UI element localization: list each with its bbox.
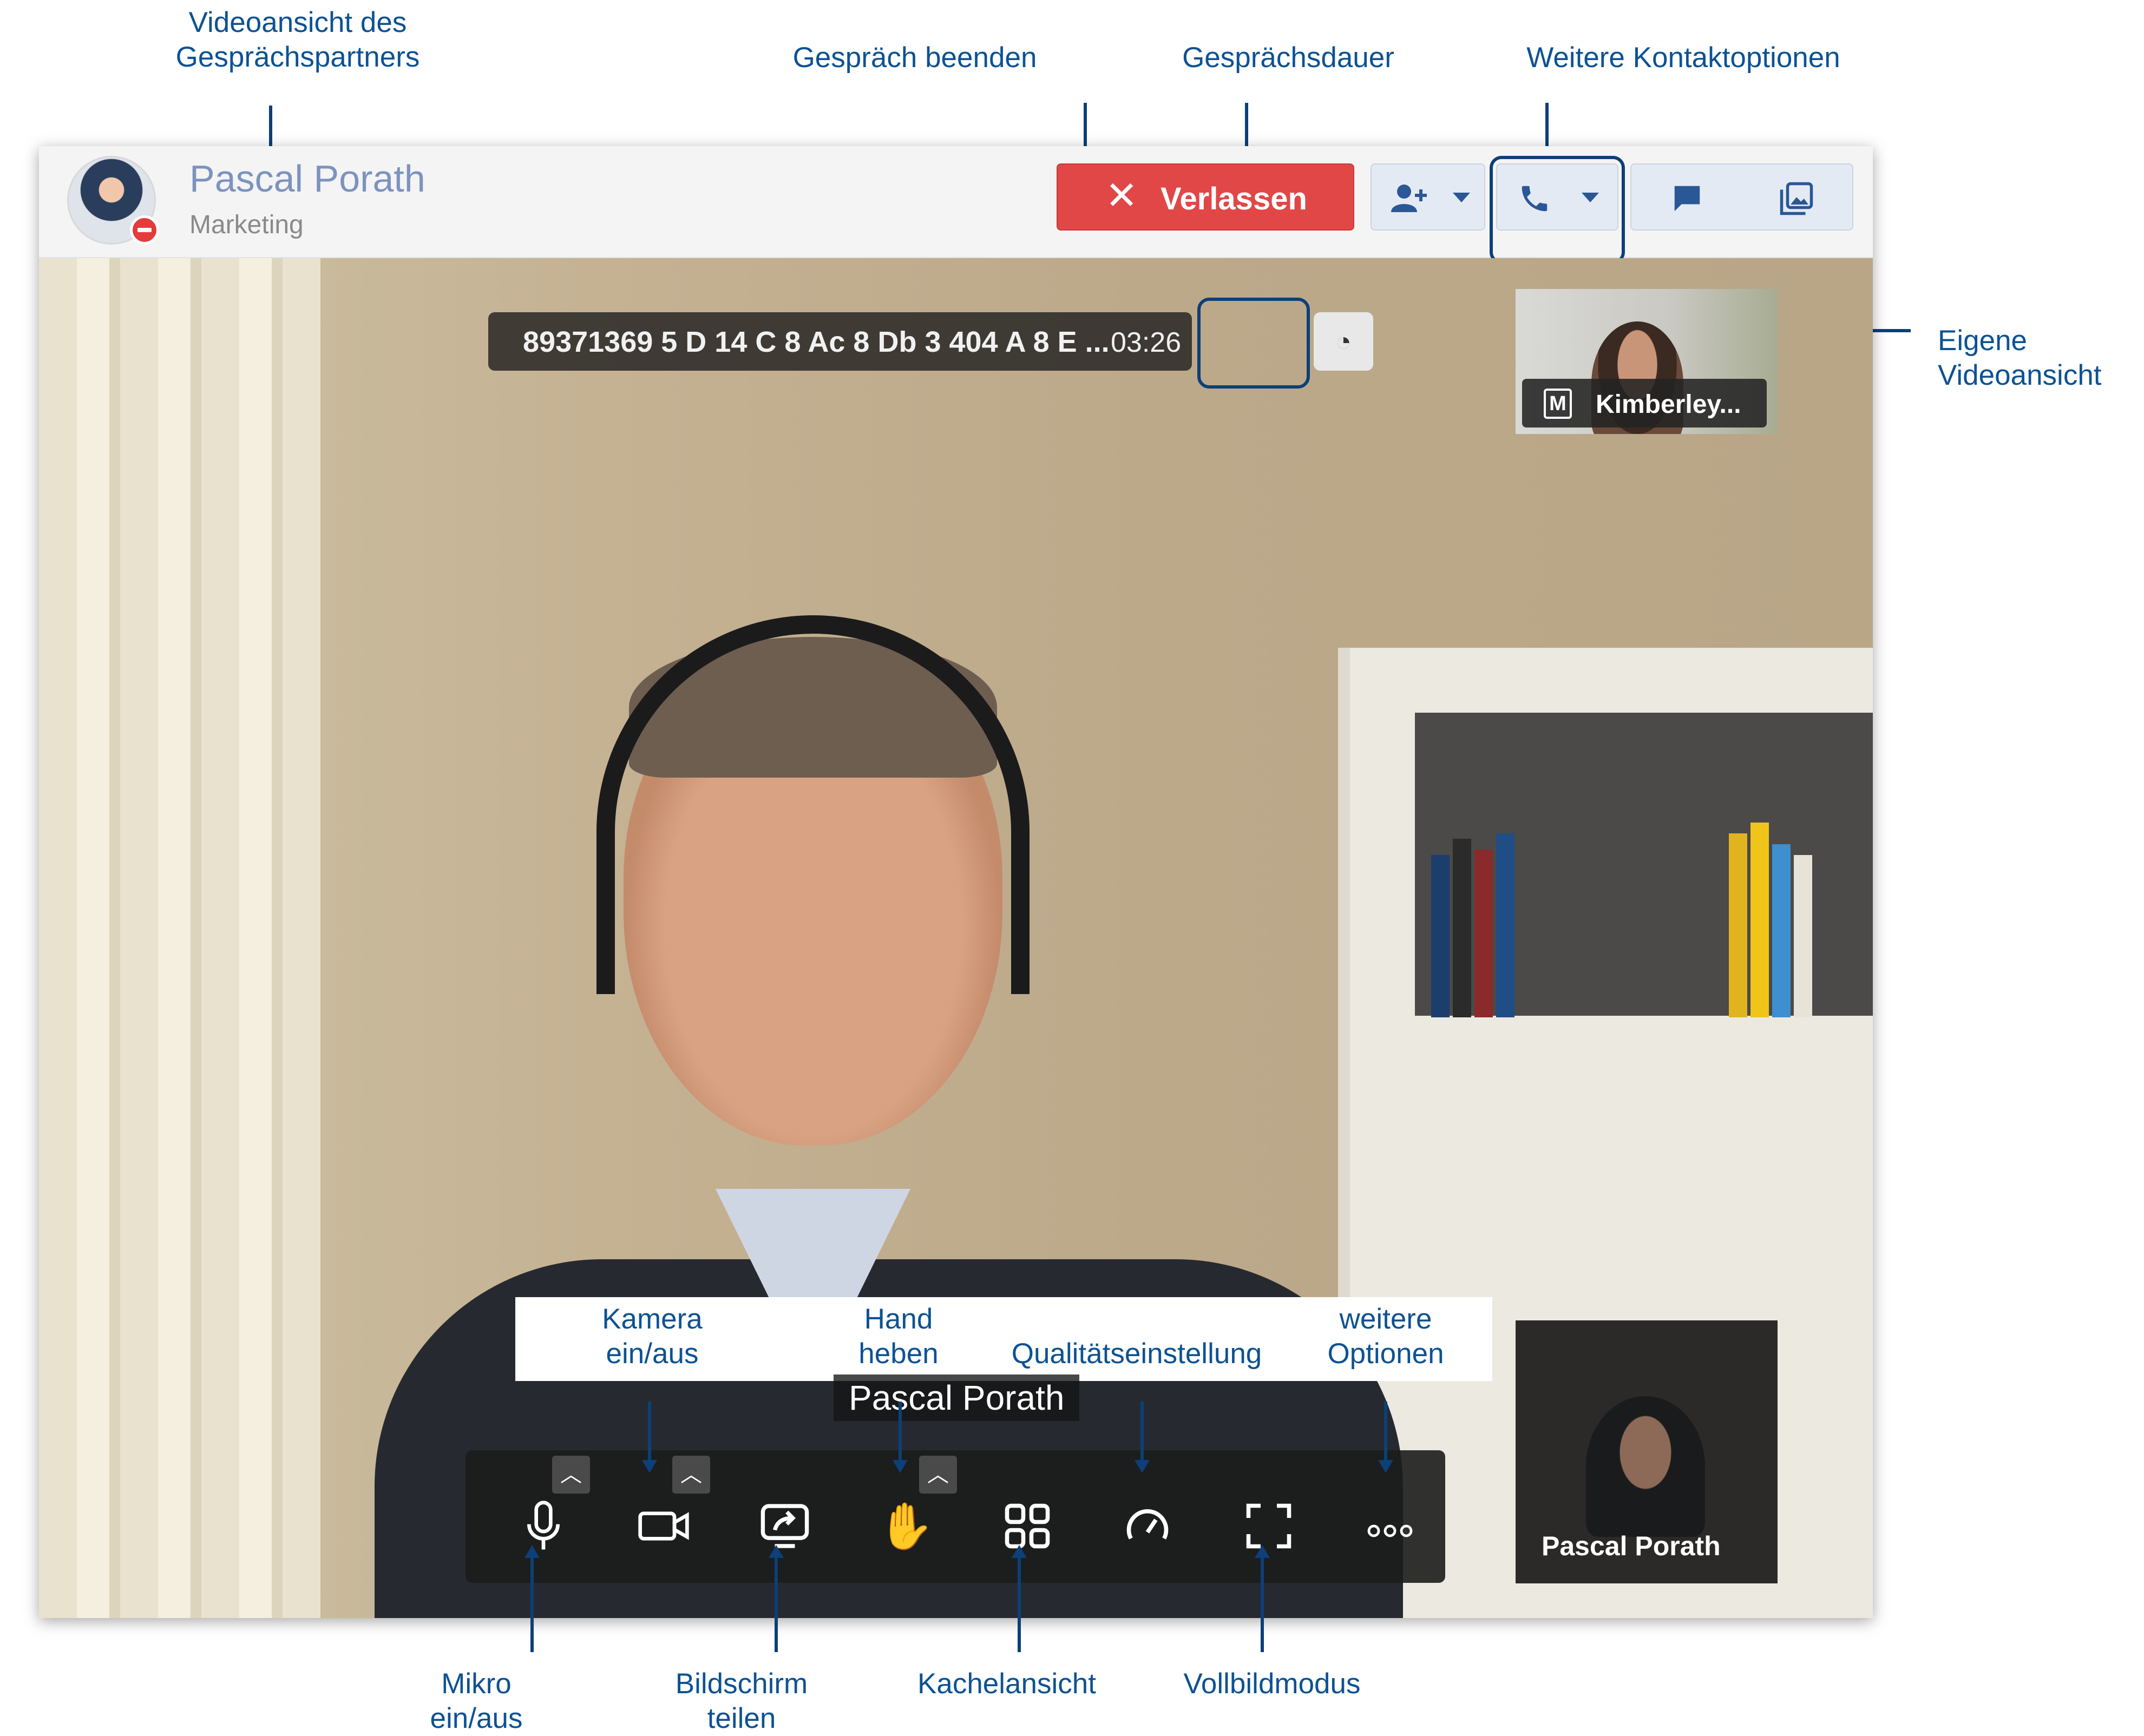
book xyxy=(1750,823,1769,1017)
leave-label: Verlassen xyxy=(1160,181,1307,216)
book xyxy=(1794,855,1812,1017)
screen-share-icon[interactable] xyxy=(752,1494,817,1559)
quality-icon[interactable] xyxy=(1115,1494,1180,1559)
pointer-arrow xyxy=(1255,1545,1270,1558)
pointer-arrow xyxy=(1378,1460,1393,1473)
annotation-screen-share: Bildschirm teilen xyxy=(675,1668,808,1734)
gallery-icon[interactable] xyxy=(1779,181,1814,216)
chevron-down-icon xyxy=(1453,193,1470,202)
background-curtain xyxy=(39,258,320,1618)
leave-button[interactable]: ✕ Verlassen xyxy=(1057,163,1354,231)
chevron-up-icon[interactable]: ︿ xyxy=(552,1456,590,1494)
self-badge: M xyxy=(1544,389,1572,419)
call-info-bar: 89371369 5 D 14 C 8 Ac 8 Db 3 404 A 8 E … xyxy=(488,312,1192,371)
book xyxy=(1453,839,1471,1017)
chevron-up-icon[interactable]: ︿ xyxy=(672,1456,710,1494)
thumbnail-name: Pascal Porath xyxy=(1542,1531,1721,1561)
pointer-arrow xyxy=(893,1460,908,1473)
self-video[interactable]: M Kimberley... xyxy=(1516,289,1778,434)
book xyxy=(1474,850,1493,1017)
chevron-up-icon[interactable]: ︿ xyxy=(919,1456,957,1494)
call-timer: 03:26 xyxy=(1111,327,1182,358)
call-id: 89371369 5 D 14 C 8 Ac 8 Db 3 404 A 8 E … xyxy=(523,326,1110,358)
annotation-mic: Mikro ein/aus xyxy=(430,1668,523,1734)
pointer-line xyxy=(899,1402,902,1461)
pointer-line xyxy=(1384,1402,1387,1461)
contact-department: Marketing xyxy=(189,211,304,239)
tile-view-icon[interactable] xyxy=(995,1494,1060,1559)
annotation-end-call: Gespräch beenden xyxy=(792,42,1037,74)
annotation-more-contact: Weitere Kontaktoptionen xyxy=(1526,42,1840,74)
annotation-camera: Kamera ein/aus xyxy=(602,1303,703,1370)
annotation-tile-view: Kachelansicht xyxy=(917,1668,1096,1700)
pointer-line xyxy=(775,1557,778,1652)
annotation-hand: Hand heben xyxy=(858,1303,939,1370)
call-controls: ︿ ︿ ✋ ︿ xyxy=(465,1450,1445,1583)
highlight-frame xyxy=(1197,298,1310,389)
pointer-line xyxy=(648,1402,651,1461)
call-header: Pascal Porath Marketing ✕ Verlassen xyxy=(39,146,1873,264)
close-icon: ✕ xyxy=(1105,174,1138,218)
do-not-disturb-icon xyxy=(130,215,159,245)
annotation-more-options: weitere Optionen xyxy=(1327,1303,1444,1370)
pointer-line xyxy=(530,1557,534,1652)
add-person-icon xyxy=(1391,185,1427,212)
contact-name: Pascal Porath xyxy=(189,157,425,200)
camera-icon[interactable] xyxy=(631,1494,696,1559)
annotation-own-video: Eigene Videoansicht xyxy=(1938,325,2102,391)
pointer-line xyxy=(1261,1557,1264,1652)
pointer-line xyxy=(1140,1402,1144,1461)
chat-media-buttons xyxy=(1630,163,1853,231)
annotation-partner-video: Videoansicht des Gesprächspartners xyxy=(175,6,420,73)
highlight-frame xyxy=(1490,156,1625,264)
self-name: Kimberley... xyxy=(1596,390,1741,419)
speedometer-icon[interactable]: ◔ xyxy=(1314,312,1373,371)
speaker-name: Pascal Porath xyxy=(834,1375,1080,1421)
pointer-arrow xyxy=(642,1460,657,1473)
thumbnail-person xyxy=(1586,1396,1705,1537)
pointer-line xyxy=(1018,1557,1021,1652)
pointer-arrow xyxy=(524,1545,540,1558)
participant-thumbnail[interactable]: Pascal Porath xyxy=(1516,1320,1778,1583)
chat-icon[interactable] xyxy=(1669,182,1705,215)
annotation-quality: Qualitätseinstellung xyxy=(1011,1338,1262,1370)
more-options-icon[interactable] xyxy=(1358,1494,1422,1559)
book xyxy=(1772,844,1791,1017)
annotation-call-duration: Gesprächsdauer xyxy=(1182,42,1394,74)
pointer-arrow xyxy=(769,1545,784,1558)
annotation-fullscreen: Vollbildmodus xyxy=(1183,1668,1361,1700)
pointer-arrow xyxy=(1012,1545,1027,1558)
book xyxy=(1729,833,1747,1017)
microphone-icon[interactable] xyxy=(511,1494,576,1559)
book xyxy=(1496,833,1514,1017)
book xyxy=(1431,855,1450,1017)
pointer-arrow xyxy=(1135,1460,1150,1473)
add-participant-button[interactable] xyxy=(1371,163,1485,231)
raise-hand-icon[interactable]: ✋ xyxy=(874,1494,939,1559)
